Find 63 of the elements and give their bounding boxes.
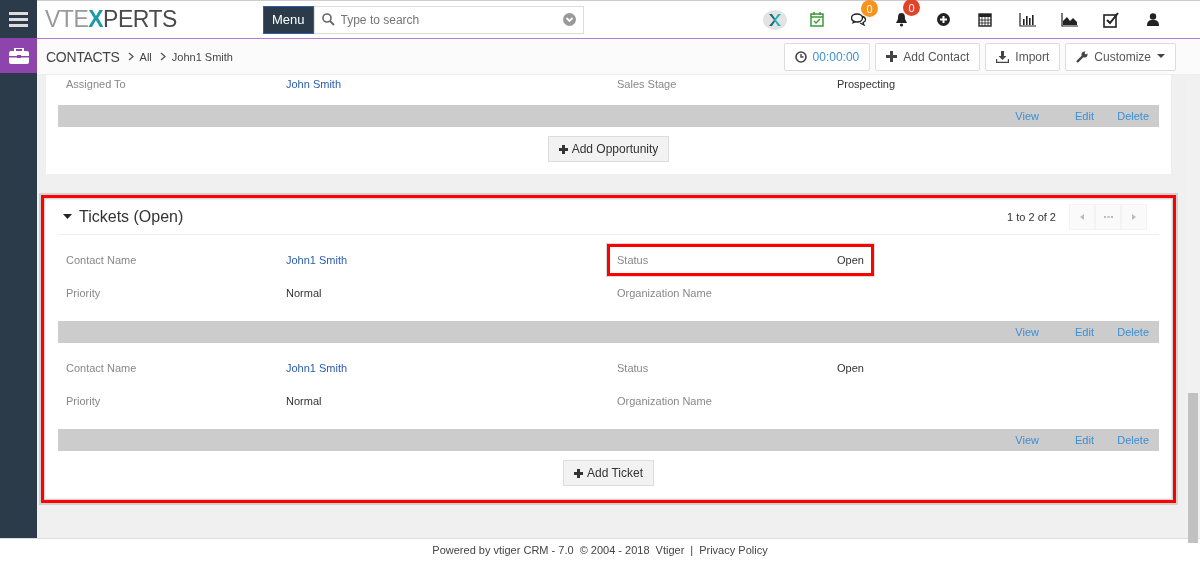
add-button[interactable]: Add Opportunity	[547, 136, 670, 162]
field-label: Priority	[66, 394, 102, 407]
chevron-icon	[159, 52, 166, 61]
right-arrow-icon	[1132, 214, 1136, 220]
field-value: Open	[837, 253, 864, 266]
field-link[interactable]: John1 Smith	[286, 361, 348, 374]
field-label: Contact Name	[66, 253, 138, 266]
field-label: Contact Name	[66, 361, 138, 374]
breadcrumb-item[interactable]: All	[139, 50, 152, 63]
field-label: Status	[617, 253, 650, 266]
logo: VTEXPERTS	[45, 6, 178, 33]
vtiger-link[interactable]: Vtiger	[655, 544, 685, 556]
user-icon[interactable]	[1147, 13, 1159, 26]
add-button[interactable]: Add Ticket	[563, 460, 654, 486]
download-icon	[996, 50, 1010, 63]
clock-icon	[794, 50, 807, 63]
pagination-text: 1 to 2 of 2	[1007, 211, 1056, 223]
add-button[interactable]: Add Contact	[875, 42, 981, 71]
bell-icon[interactable]	[894, 12, 908, 27]
footer-text: Powered by vtiger CRM - 7.0 © 2004 - 2018	[432, 544, 650, 556]
chevron-icon	[127, 52, 134, 61]
caret-icon[interactable]	[63, 214, 72, 220]
add-icon[interactable]	[936, 13, 950, 26]
module-title[interactable]: CONTACTS	[46, 48, 120, 65]
privacy-policy-link[interactable]: Privacy Policy	[699, 544, 768, 556]
plus-icon	[574, 468, 583, 478]
customize-button[interactable]: Customize	[1065, 42, 1176, 71]
separator-text: |	[690, 544, 694, 556]
search-field[interactable]: Type to search	[313, 5, 584, 34]
field-link[interactable]: John1 Smith	[286, 253, 348, 266]
bar-chart-icon[interactable]	[1018, 12, 1036, 27]
brand-icon[interactable]	[763, 9, 787, 30]
field-label: Assigned To	[66, 78, 127, 90]
task-checkbox-icon[interactable]	[1103, 11, 1119, 28]
field-value: Prospecting	[837, 78, 896, 90]
area-chart-icon[interactable]	[1060, 12, 1078, 27]
left-arrow-icon	[1080, 214, 1084, 220]
wrench-icon	[1076, 50, 1089, 63]
breadcrumb-item[interactable]: John1 Smith	[171, 50, 233, 63]
menu-button[interactable]: Menu	[263, 5, 314, 34]
field-link[interactable]: John Smith	[286, 78, 342, 90]
calendar-check-icon[interactable]	[810, 12, 824, 27]
notification-badge: 0	[861, 0, 878, 17]
field-value: Normal	[286, 286, 322, 299]
section-title: Tickets (Open)	[79, 208, 184, 226]
field-label: Status	[617, 361, 650, 374]
dropdown-icon[interactable]	[562, 12, 576, 26]
field-label: Sales Stage	[617, 78, 678, 90]
plus-icon	[558, 144, 568, 154]
timer-button[interactable]: 00:00:00	[783, 42, 871, 71]
field-value: Open	[837, 361, 864, 374]
scrollbar-thumb[interactable]	[1188, 393, 1198, 543]
field-label: Organization Name	[617, 286, 713, 299]
field-label: Priority	[66, 286, 102, 299]
import-button[interactable]: Import	[985, 42, 1061, 71]
field-label: Organization Name	[617, 394, 713, 407]
chat-icon[interactable]	[851, 13, 867, 26]
notification-badge: 0	[903, 0, 920, 16]
briefcase-icon[interactable]	[0, 38, 37, 73]
caret-icon	[1157, 54, 1165, 59]
calendar-icon[interactable]	[978, 12, 992, 27]
plus-icon	[886, 51, 898, 62]
field-value: Normal	[286, 394, 322, 407]
